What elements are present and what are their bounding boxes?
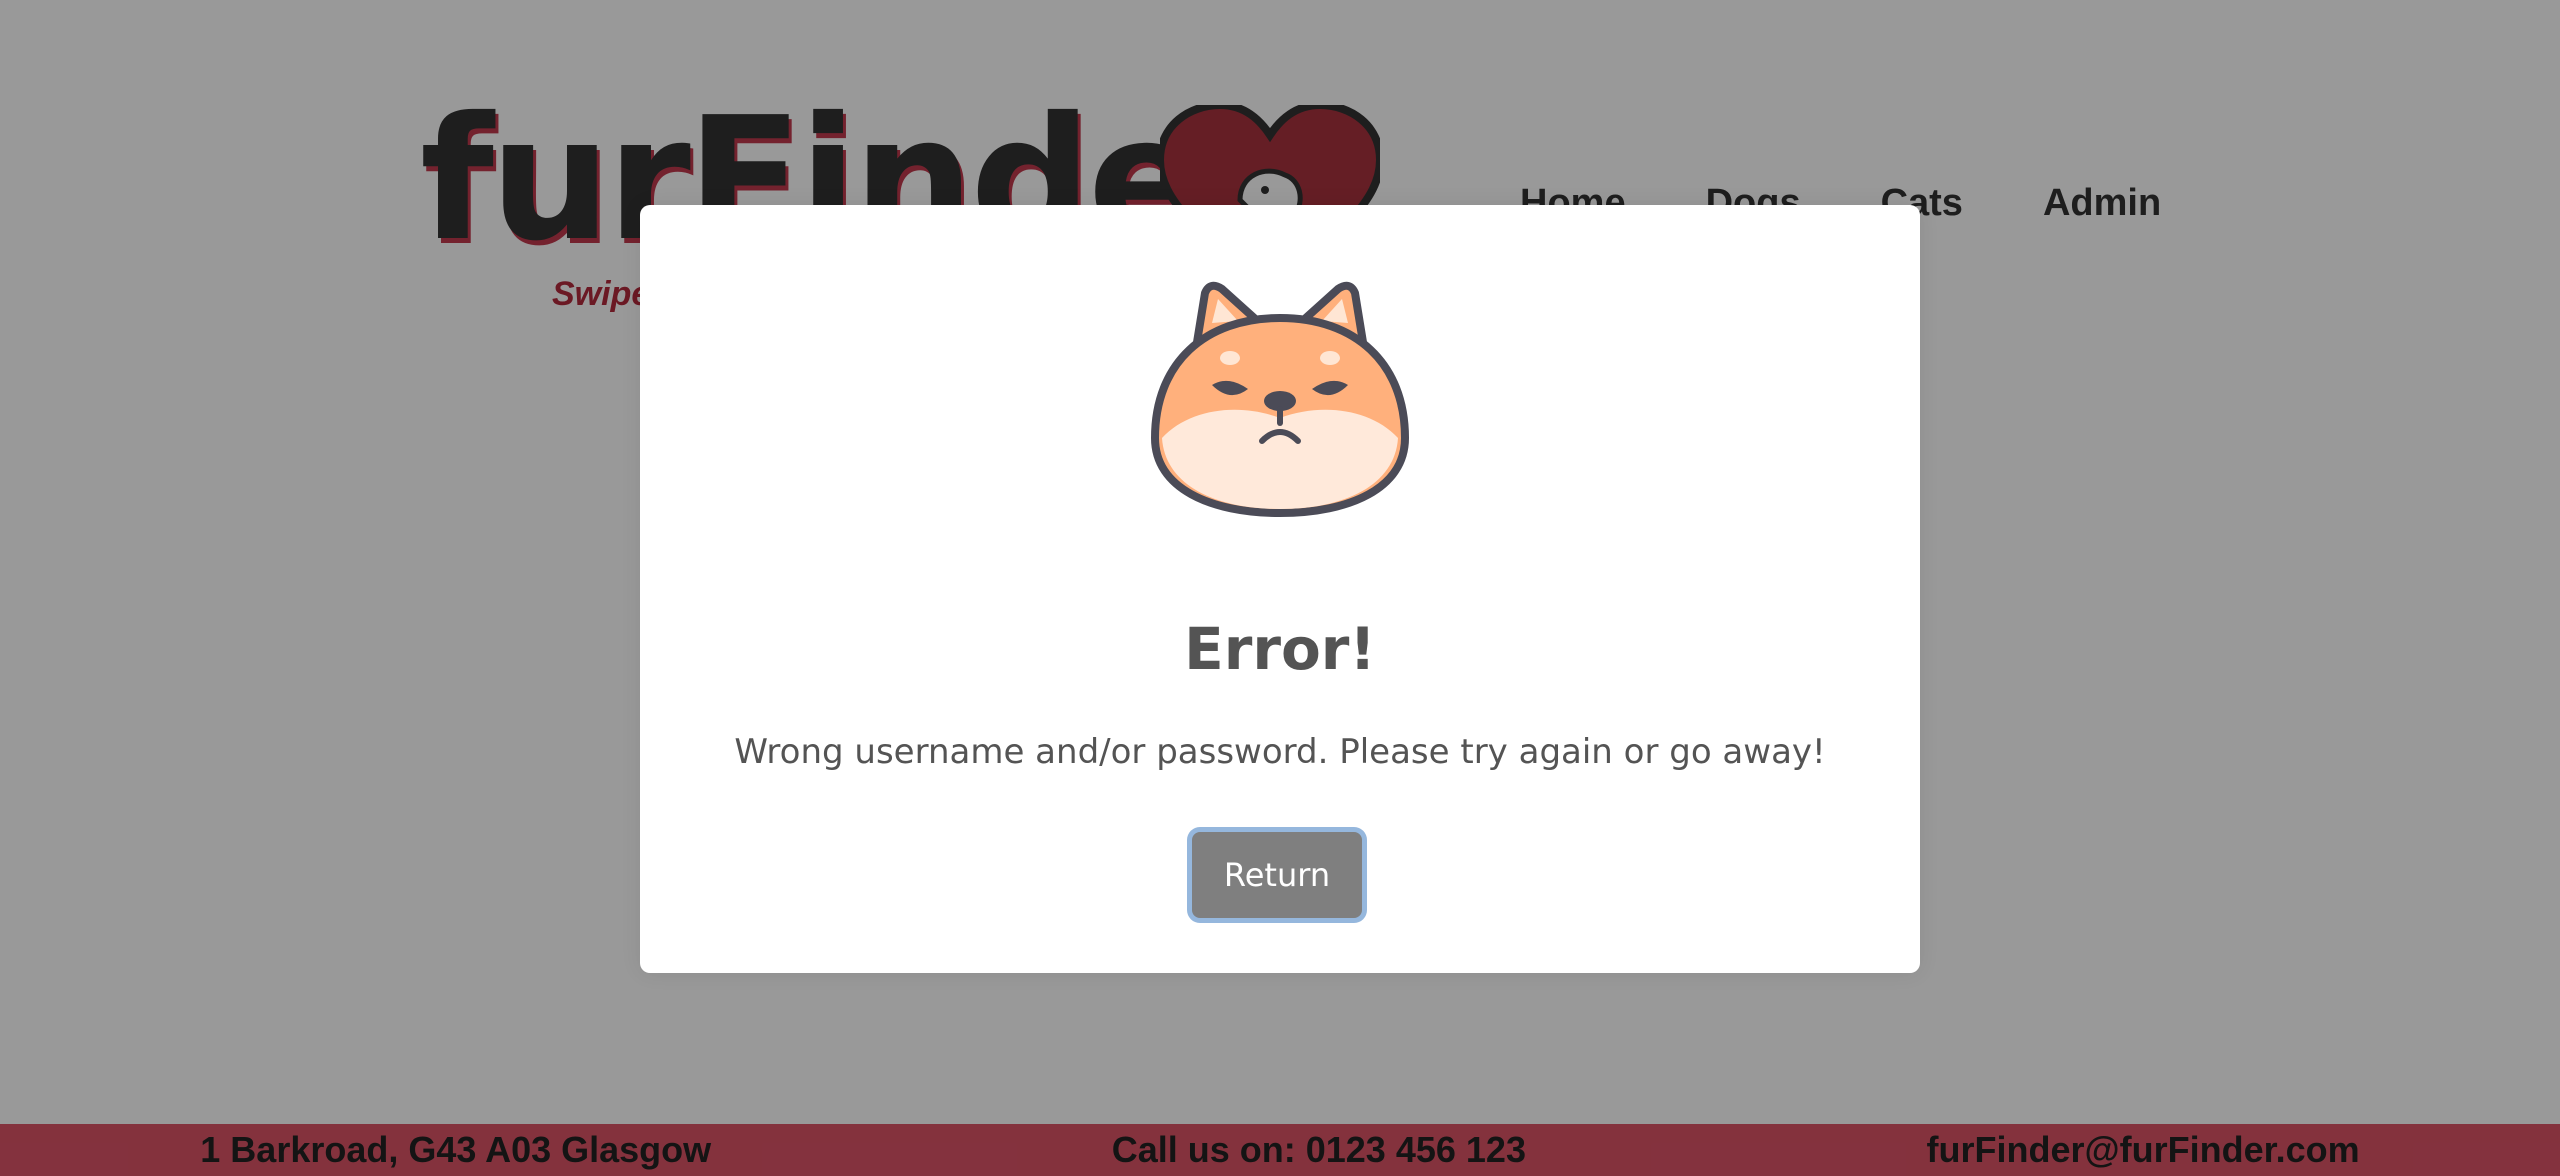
modal-title: Error! <box>1184 615 1376 683</box>
return-button[interactable]: Return <box>1192 832 1362 918</box>
angry-shiba-icon <box>1150 281 1410 518</box>
error-modal: Error! Wrong username and/or password. P… <box>640 205 1920 973</box>
modal-message: Wrong username and/or password. Please t… <box>734 732 1826 772</box>
page: furFinder Swipe Home Dogs Cats Admin 1 B… <box>0 0 2560 1176</box>
